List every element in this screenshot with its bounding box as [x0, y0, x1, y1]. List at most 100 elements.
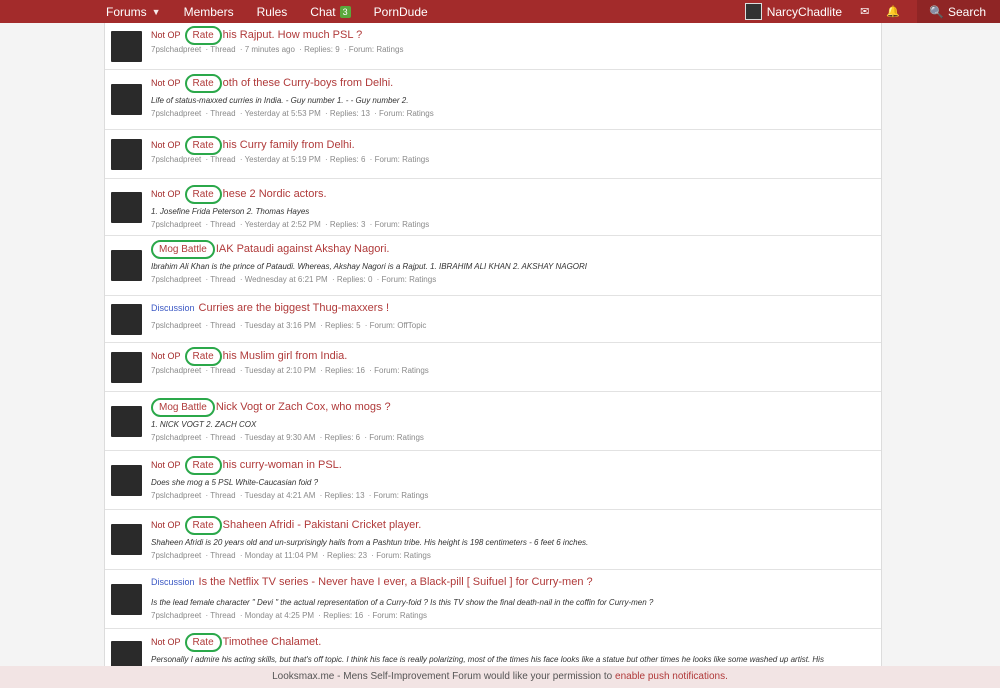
- thread-tag[interactable]: Rate: [184, 26, 222, 45]
- thread-tag[interactable]: Rate: [184, 347, 222, 366]
- thread-forum[interactable]: Forum: Ratings: [382, 275, 437, 284]
- thread-row[interactable]: Not OP Rate his Rajput. How much PSL ? 7psl…: [105, 23, 881, 70]
- thread-time[interactable]: Monday at 4:25 PM: [245, 611, 314, 620]
- author-avatar[interactable]: [111, 139, 142, 170]
- thread-title-link[interactable]: Shaheen Afridi - Pakistani Cricket playe…: [223, 519, 422, 531]
- author-avatar[interactable]: [111, 31, 142, 62]
- thread-time[interactable]: Monday at 11:04 PM: [245, 551, 318, 560]
- thread-author[interactable]: 7pslchadpreet: [151, 366, 201, 375]
- nav-porndude[interactable]: PornDude: [374, 5, 428, 19]
- thread-author[interactable]: 7pslchadpreet: [151, 491, 201, 500]
- thread-author[interactable]: 7pslchadpreet: [151, 155, 201, 164]
- thread-time[interactable]: Tuesday at 9:30 AM: [245, 433, 316, 442]
- thread-author[interactable]: 7pslchadpreet: [151, 611, 201, 620]
- nav-members[interactable]: Members: [184, 5, 234, 19]
- thread-author[interactable]: 7pslchadpreet: [151, 45, 201, 54]
- thread-time[interactable]: Tuesday at 4:21 AM: [245, 491, 316, 500]
- thread-author[interactable]: 7pslchadpreet: [151, 433, 201, 442]
- thread-row[interactable]: Mog Battle Nick Vogt or Zach Cox, who mog…: [105, 392, 881, 451]
- thread-prefix[interactable]: Discussion: [151, 577, 195, 587]
- thread-row[interactable]: Not OP Rate oth of these Curry-boys from D…: [105, 70, 881, 130]
- author-avatar[interactable]: [111, 465, 142, 496]
- thread-forum[interactable]: Forum: Ratings: [369, 433, 424, 442]
- thread-tag[interactable]: Mog Battle: [151, 398, 215, 417]
- thread-tag[interactable]: Rate: [184, 633, 222, 652]
- nav-chat[interactable]: Chat 3: [310, 5, 351, 19]
- thread-meta: 7pslchadpreet · Thread · Yesterday at 5:…: [151, 155, 430, 164]
- thread-prefix[interactable]: Not OP: [151, 78, 181, 88]
- thread-prefix[interactable]: Not OP: [151, 351, 181, 361]
- thread-row[interactable]: Not OP Rate his Curry family from Delhi. 7p…: [105, 130, 881, 179]
- thread-forum[interactable]: Forum: Ratings: [349, 45, 404, 54]
- thread-forum[interactable]: Forum: Ratings: [379, 109, 434, 118]
- thread-time[interactable]: Yesterday at 2:52 PM: [245, 220, 321, 229]
- thread-title-link[interactable]: Curries are the biggest Thug-maxxers !: [199, 302, 390, 314]
- thread-forum[interactable]: Forum: OffTopic: [370, 321, 427, 330]
- thread-forum[interactable]: Forum: Ratings: [372, 611, 427, 620]
- thread-title-link[interactable]: hese 2 Nordic actors.: [223, 188, 327, 200]
- thread-time[interactable]: 7 minutes ago: [245, 45, 295, 54]
- thread-prefix[interactable]: Not OP: [151, 460, 181, 470]
- thread-title-link[interactable]: Timothee Chalamet.: [223, 636, 322, 648]
- thread-forum[interactable]: Forum: Ratings: [375, 155, 430, 164]
- thread-author[interactable]: 7pslchadpreet: [151, 321, 201, 330]
- thread-forum[interactable]: Forum: Ratings: [375, 220, 430, 229]
- thread-row[interactable]: Discussion Is the Netflix TV series - Nev…: [105, 570, 881, 629]
- thread-time[interactable]: Tuesday at 2:10 PM: [245, 366, 316, 375]
- author-avatar[interactable]: [111, 304, 142, 335]
- thread-time[interactable]: Yesterday at 5:53 PM: [245, 109, 321, 118]
- thread-tag[interactable]: Mog Battle: [151, 240, 215, 259]
- author-avatar[interactable]: [111, 352, 142, 383]
- thread-time[interactable]: Tuesday at 3:16 PM: [245, 321, 316, 330]
- thread-prefix[interactable]: Not OP: [151, 189, 181, 199]
- thread-author[interactable]: 7pslchadpreet: [151, 220, 201, 229]
- thread-forum[interactable]: Forum: Ratings: [374, 366, 429, 375]
- thread-title-link[interactable]: Nick Vogt or Zach Cox, who mogs ?: [216, 401, 391, 413]
- thread-tag[interactable]: Rate: [184, 185, 222, 204]
- thread-time[interactable]: Wednesday at 6:21 PM: [245, 275, 328, 284]
- thread-prefix[interactable]: Not OP: [151, 140, 181, 150]
- enable-push-link[interactable]: enable push notifications.: [615, 671, 728, 682]
- thread-time[interactable]: Yesterday at 5:19 PM: [245, 155, 321, 164]
- thread-author[interactable]: 7pslchadpreet: [151, 551, 201, 560]
- author-avatar[interactable]: [111, 192, 142, 223]
- thread-prefix[interactable]: Not OP: [151, 637, 181, 647]
- thread-author[interactable]: 7pslchadpreet: [151, 109, 201, 118]
- author-avatar[interactable]: [111, 250, 142, 281]
- thread-title-link[interactable]: his Curry family from Delhi.: [223, 139, 355, 151]
- thread-tag[interactable]: Rate: [184, 136, 222, 155]
- thread-forum[interactable]: Forum: Ratings: [374, 491, 429, 500]
- thread-author[interactable]: 7pslchadpreet: [151, 275, 201, 284]
- author-avatar[interactable]: [111, 406, 142, 437]
- thread-prefix[interactable]: Discussion: [151, 303, 195, 313]
- thread-title-link[interactable]: oth of these Curry-boys from Delhi.: [223, 77, 394, 89]
- thread-tag[interactable]: Rate: [184, 74, 222, 93]
- thread-row[interactable]: Mog Battle IAK Pataudi against Akshay Nag…: [105, 236, 881, 296]
- thread-row[interactable]: Discussion Curries are the biggest Thug-m…: [105, 296, 881, 343]
- thread-title-link[interactable]: Is the Netflix TV series - Never have I …: [199, 576, 593, 588]
- thread-tag[interactable]: Rate: [184, 456, 222, 475]
- thread-title-link[interactable]: his Muslim girl from India.: [223, 350, 348, 362]
- search-button[interactable]: 🔍 Search: [917, 0, 1000, 23]
- thread-prefix[interactable]: Not OP: [151, 520, 181, 530]
- nav-forums[interactable]: Forums ▼: [106, 5, 161, 19]
- thread-row[interactable]: Not OP Rate his curry-woman in PSL. Does sh…: [105, 451, 881, 510]
- author-avatar[interactable]: [111, 524, 142, 555]
- author-avatar[interactable]: [111, 84, 142, 115]
- thread-title-link[interactable]: IAK Pataudi against Akshay Nagori.: [216, 243, 390, 255]
- thread-title-link[interactable]: his Rajput. How much PSL ?: [223, 29, 363, 41]
- thread-row[interactable]: Not OP Rate Shaheen Afridi - Pakistani Cri…: [105, 510, 881, 570]
- author-avatar[interactable]: [111, 584, 142, 615]
- bell-icon[interactable]: 🔔: [886, 5, 900, 18]
- thread-tag[interactable]: Rate: [184, 516, 222, 535]
- mail-icon[interactable]: ✉: [860, 5, 869, 18]
- nav-rules[interactable]: Rules: [257, 5, 288, 19]
- thread-row[interactable]: Not OP Rate hese 2 Nordic actors. 1. Josefi…: [105, 179, 881, 236]
- thread-forum[interactable]: Forum: Ratings: [376, 551, 431, 560]
- username-link[interactable]: NarcyChadlite: [767, 5, 842, 19]
- thread-row[interactable]: Not OP Rate his Muslim girl from India. 7ps…: [105, 343, 881, 392]
- thread-title-link[interactable]: his curry-woman in PSL.: [223, 459, 342, 471]
- thread-prefix[interactable]: Not OP: [151, 30, 181, 40]
- chevron-down-icon[interactable]: ▼: [152, 7, 161, 17]
- user-avatar[interactable]: [744, 3, 762, 20]
